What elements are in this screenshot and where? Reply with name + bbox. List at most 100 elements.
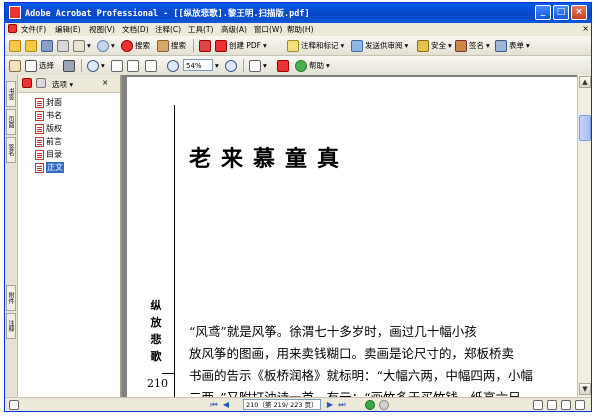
bookmark-item[interactable]: 版权: [35, 123, 62, 134]
pdf-icon: [199, 39, 211, 52]
search-button[interactable]: 搜索: [157, 39, 186, 52]
fit-width-button[interactable]: [145, 59, 157, 72]
tab-pages[interactable]: 页面: [6, 109, 16, 135]
body-text-line: “风鸢”就是风筝。徐渭七十多岁时，画过几十幅小孩: [189, 324, 477, 339]
menu-document[interactable]: 文档(D): [122, 24, 149, 35]
folder-open-icon: [25, 39, 37, 52]
facing-button[interactable]: [561, 400, 571, 411]
pdf-icon: [8, 24, 17, 33]
doc-menu-icon[interactable]: [8, 24, 17, 35]
record-button[interactable]: 搜索: [121, 39, 150, 52]
menu-file[interactable]: 文件(F): [21, 24, 46, 35]
email-button[interactable]: ▾: [73, 39, 91, 52]
tab-comments[interactable]: 注释: [6, 313, 16, 339]
bookmark-item[interactable]: 封面: [35, 97, 62, 108]
vertical-scrollbar[interactable]: ▲ ▼: [577, 75, 591, 397]
bookmark-item[interactable]: 书名: [35, 110, 62, 121]
mail-icon: [73, 39, 85, 52]
document-pane[interactable]: 老来慕童真 纵放悲歌 210 “风鸢”就是风筝。徐渭七十多岁时，画过几十幅小孩 …: [122, 75, 577, 397]
zoom-input[interactable]: 54%: [183, 59, 213, 71]
comment-icon: [287, 39, 299, 52]
bookmark-page-icon: [35, 136, 44, 147]
magnifier-icon: [87, 59, 99, 72]
create-button[interactable]: [25, 39, 37, 52]
next-view-icon[interactable]: [379, 400, 389, 410]
adobe-online-button[interactable]: [277, 59, 289, 72]
organizer-button[interactable]: [199, 39, 211, 52]
bookmark-item[interactable]: 前言: [35, 136, 62, 147]
single-page-button[interactable]: [533, 400, 543, 411]
bookmark-add-icon: [22, 78, 32, 88]
page-number-field[interactable]: 210（第 219/ 223 页）: [243, 399, 321, 410]
continuous-button[interactable]: [547, 400, 557, 411]
menu-window[interactable]: 窗口(W): [254, 24, 282, 35]
page-size-indicator[interactable]: [9, 400, 19, 411]
bookmark-label: 版权: [46, 124, 62, 133]
open-button[interactable]: [9, 39, 21, 52]
pdf-page[interactable]: 老来慕童真 纵放悲歌 210 “风鸢”就是风筝。徐渭七十多岁时，画过几十幅小孩 …: [127, 77, 577, 397]
close-panel-button[interactable]: ×: [102, 78, 108, 87]
next-page-icon[interactable]: ▶: [325, 400, 335, 410]
actual-size-button[interactable]: [111, 59, 123, 72]
previous-page-icon[interactable]: ◀: [221, 400, 231, 410]
forms-label: 表单: [509, 41, 524, 50]
attach-button[interactable]: ▾: [97, 39, 115, 52]
minimize-button[interactable]: _: [535, 5, 551, 20]
menu-tools[interactable]: 工具(T): [188, 24, 213, 35]
tab-attachments[interactable]: 附件: [6, 285, 16, 311]
single-page-icon: [533, 400, 543, 410]
page-number: 210: [147, 377, 168, 390]
fit-page-button[interactable]: [127, 59, 139, 72]
bookmark-page-icon: [35, 149, 44, 160]
bookmark-label: 正文: [46, 162, 64, 173]
scroll-up-icon[interactable]: ▲: [579, 76, 591, 88]
rotate-button[interactable]: ▾: [249, 59, 267, 72]
snapshot-button[interactable]: [63, 59, 75, 72]
title-bar: Adobe Acrobat Professional - [[纵放悲歌].黎王明…: [5, 3, 591, 23]
bookmark-page-icon: [35, 123, 44, 134]
secure-button[interactable]: 安全 ▾: [417, 39, 452, 52]
hand-tool-button[interactable]: [9, 59, 21, 72]
options-menu[interactable]: 选项 ▾: [52, 79, 73, 90]
menu-comments[interactable]: 注释(C): [155, 24, 181, 35]
save-button[interactable]: [41, 39, 53, 52]
zoom-dropdown[interactable]: ▾: [215, 59, 219, 72]
adobe-icon: [277, 59, 289, 72]
menu-help[interactable]: 帮助(H): [287, 24, 314, 35]
create-pdf-icon: [215, 39, 227, 52]
bookmark-item-selected[interactable]: 正文: [35, 162, 64, 173]
last-page-icon[interactable]: ⏭: [337, 400, 347, 410]
bookmark-page-icon: [35, 110, 44, 121]
select-tool-button[interactable]: 选择: [25, 59, 54, 72]
tab-bookmarks[interactable]: 书签: [6, 81, 16, 107]
delete-bookmark-button[interactable]: [36, 78, 46, 90]
expand-bookmark-button[interactable]: [22, 78, 32, 90]
comment-markup-button[interactable]: 注释和标记 ▾: [287, 39, 344, 52]
sign-button[interactable]: 签名 ▾: [455, 39, 490, 52]
continuous-facing-button[interactable]: [575, 400, 585, 411]
help-button[interactable]: 帮助 ▾: [295, 59, 330, 72]
menu-advanced[interactable]: 高级(A): [221, 24, 247, 35]
comment-markup-label: 注释和标记: [301, 41, 339, 50]
bookmark-item[interactable]: 目录: [35, 149, 62, 160]
first-page-icon[interactable]: ⏮: [209, 400, 219, 410]
close-button[interactable]: ×: [571, 5, 587, 20]
bookmark-label: 书名: [46, 111, 62, 120]
zoom-in-button[interactable]: [225, 59, 237, 72]
zoom-tool-button[interactable]: ▾: [87, 59, 105, 72]
forms-button[interactable]: 表单 ▾: [495, 39, 530, 52]
create-pdf-button[interactable]: 创建 PDF ▾: [215, 39, 267, 52]
maximize-button[interactable]: □: [553, 5, 569, 20]
scroll-thumb[interactable]: [579, 115, 591, 141]
menu-edit[interactable]: 编辑(E): [55, 24, 81, 35]
print-button[interactable]: [57, 39, 69, 52]
facing-icon: [561, 400, 571, 410]
tab-signatures[interactable]: 签名: [6, 137, 16, 163]
close-document-button[interactable]: ×: [582, 24, 589, 33]
zoom-out-button[interactable]: [167, 59, 179, 72]
menu-view[interactable]: 视图(V): [89, 24, 115, 35]
previous-view-icon[interactable]: [365, 400, 375, 410]
send-review-button[interactable]: 发送供审阅 ▾: [351, 39, 408, 52]
page-icon: [111, 59, 123, 72]
scroll-down-icon[interactable]: ▼: [579, 383, 591, 395]
